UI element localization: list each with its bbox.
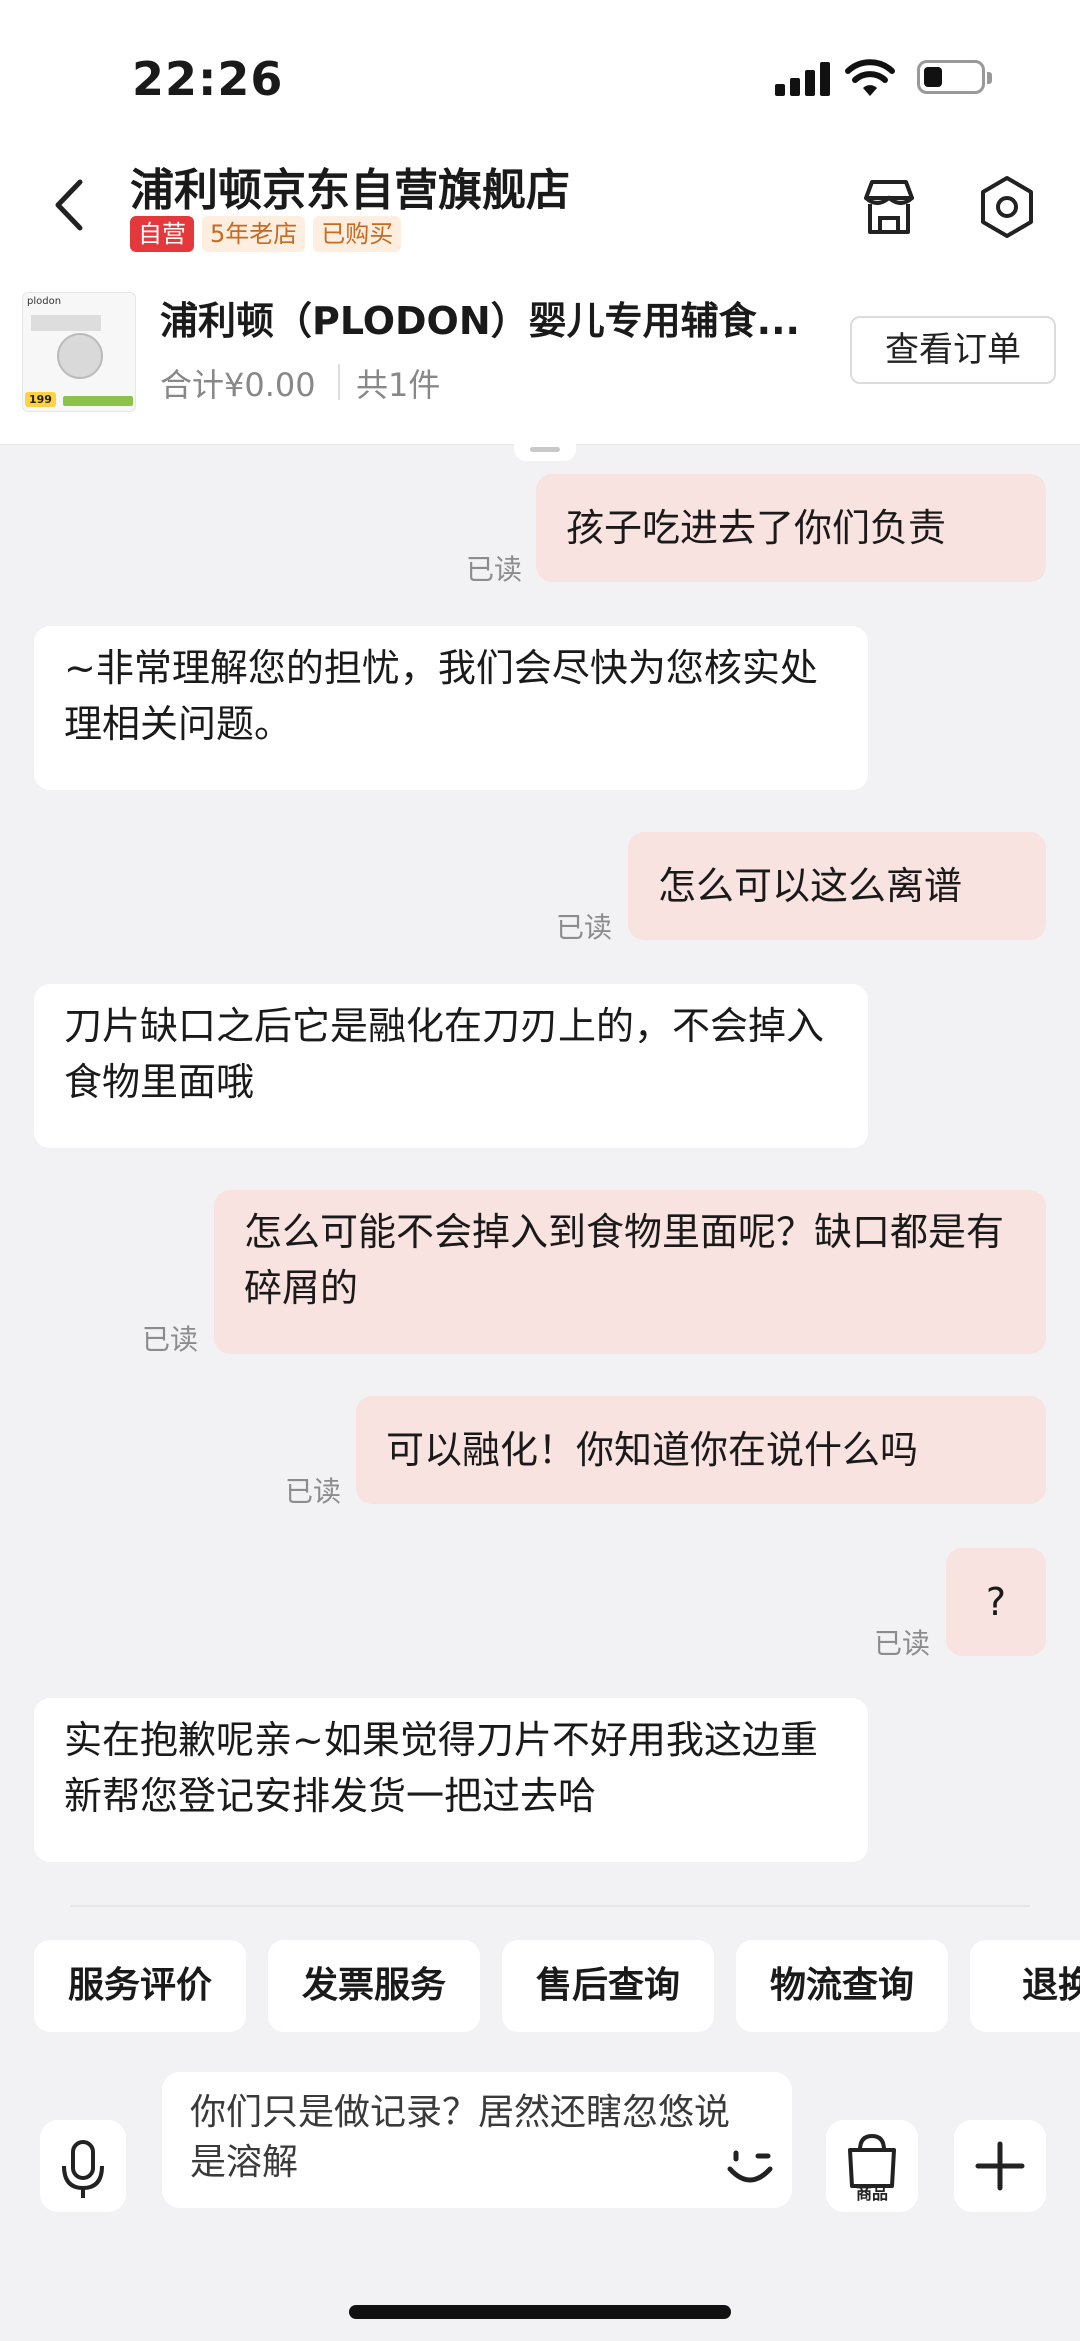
read-receipt: 已读 [466,553,523,586]
read-receipt: 已读 [874,1627,931,1660]
settings-icon[interactable] [975,174,1039,240]
shop-name[interactable]: 浦利顿京东自营旗舰店 [130,154,570,218]
message-bubble-incoming[interactable]: 刀片缺口之后它是融化在刀刃上的，不会掉入食物里面哦 [34,984,868,1148]
more-button[interactable] [954,2120,1046,2212]
thumb-brand-logo: plodon [27,296,62,307]
message-input[interactable]: 你们只是做记录？居然还瞎忽悠说是溶解 [162,2072,792,2208]
message-bubble-outgoing[interactable]: 怎么可能不会掉入到食物里面呢？缺口都是有碎屑的 [214,1190,1046,1354]
shop-badges: 自营 5年老店 已购买 [130,216,402,252]
goods-button[interactable]: 商品 [826,2120,918,2212]
quick-action-bar[interactable]: 服务评价 发票服务 售后查询 物流查询 退换货 [0,1940,1080,2034]
chevron-left-icon[interactable] [40,170,100,240]
message-bubble-incoming[interactable]: ~非常理解您的担忧，我们会尽快为您核实处理相关问题。 [34,626,868,790]
read-receipt: 已读 [556,911,613,944]
plus-icon [975,2141,1025,2191]
product-thumbnail[interactable]: plodon 199 [22,292,136,412]
view-order-button[interactable]: 查看订单 [850,316,1056,384]
battery-icon [917,60,992,94]
product-title[interactable]: 浦利顿（PLODON）婴儿专用辅食... [160,290,830,345]
wifi-icon [845,59,895,96]
shop-years-badge: 5年老店 [202,216,306,252]
purchased-badge: 已购买 [313,216,402,252]
quick-action-after-sales[interactable]: 售后查询 [502,1940,714,2032]
message-bubble-outgoing[interactable]: 孩子吃进去了你们负责 [536,474,1046,582]
message-bubble-outgoing[interactable]: 怎么可以这么离谱 [628,832,1046,940]
quick-action-logistics[interactable]: 物流查询 [736,1940,948,2032]
microphone-icon [62,2140,104,2198]
quick-action-service-rating[interactable]: 服务评价 [34,1940,246,2032]
quick-action-return-exchange[interactable]: 退换货 [970,1940,1080,2032]
message-bubble-incoming[interactable]: 实在抱歉呢亲~如果觉得刀片不好用我这边重新帮您登记安排发货一把过去哈 [34,1698,868,1862]
cellular-signal-icon [775,62,831,96]
message-bubble-outgoing[interactable]: ? [946,1548,1046,1656]
product-total: 合计¥0.00 [160,366,316,404]
store-icon[interactable] [858,176,920,238]
divider [70,1905,1030,1907]
goods-label: 商品 [855,2184,888,2203]
voice-input-button[interactable] [40,2120,126,2212]
product-count: 共1件 [356,366,441,404]
thumb-price-tag: 199 [25,392,56,407]
chat-header: 浦利顿京东自营旗舰店 自营 5年老店 已购买 [0,140,1080,260]
product-card[interactable]: plodon 199 浦利顿（PLODON）婴儿专用辅食... 合计¥0.00 … [0,260,1080,445]
read-receipt: 已读 [285,1475,342,1508]
self-operated-badge: 自营 [130,216,194,252]
read-receipt: 已读 [142,1323,199,1356]
home-indicator [349,2305,731,2319]
status-bar: 22:26 [0,0,1080,140]
collapse-handle[interactable] [514,443,576,461]
status-time: 22:26 [132,52,284,106]
emoji-icon[interactable] [720,2135,780,2195]
divider [338,364,340,400]
quick-action-invoice[interactable]: 发票服务 [268,1940,480,2032]
message-bubble-outgoing[interactable]: 可以融化！你知道你在说什么吗 [356,1396,1046,1504]
